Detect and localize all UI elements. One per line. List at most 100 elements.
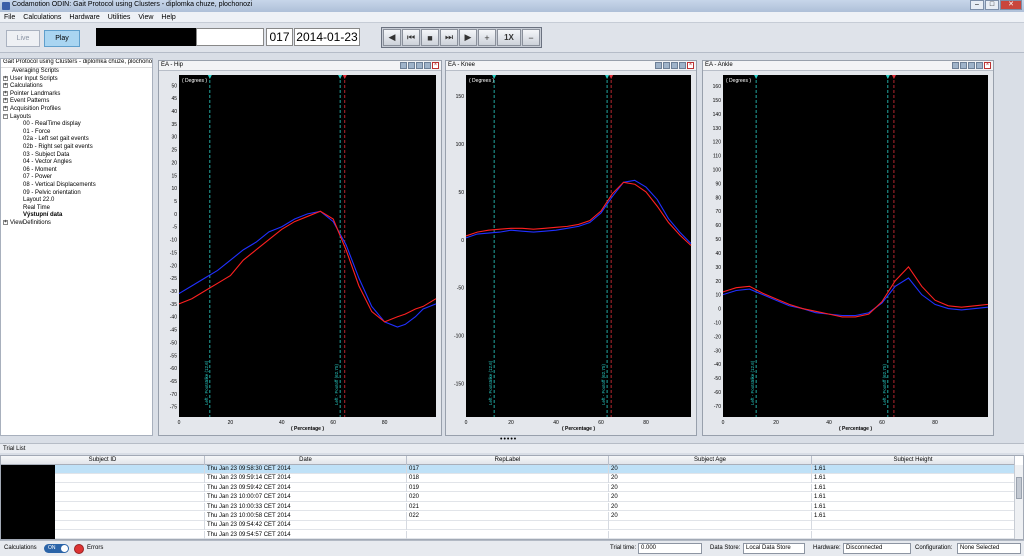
- tree-item[interactable]: + Calculations: [1, 83, 152, 91]
- y-tick-label: 45: [171, 96, 177, 102]
- table-row[interactable]: Thu Jan 23 10:00:07 CET 2014 020 20 1.61: [1, 493, 1015, 502]
- panel-option-icon[interactable]: [960, 62, 967, 69]
- y-tick-label: -60: [170, 366, 177, 372]
- skip-end-icon[interactable]: ⏭: [440, 29, 458, 46]
- tree-item[interactable]: 02a - Left set gait events: [1, 136, 152, 144]
- splitter-handle[interactable]: •••••: [500, 436, 517, 443]
- close-button[interactable]: ✕: [1000, 0, 1022, 10]
- y-tick-label: -50: [457, 286, 464, 292]
- panel-close-icon[interactable]: ×: [432, 62, 439, 69]
- tree-item[interactable]: 00 - RealTime display: [1, 121, 152, 129]
- panel-option-icon[interactable]: [671, 62, 678, 69]
- column-header[interactable]: Subject ID: [1, 456, 205, 465]
- y-tick-label: 160: [713, 84, 722, 90]
- live-button[interactable]: Live: [6, 30, 40, 47]
- expand-icon[interactable]: +: [3, 75, 8, 81]
- menu-file[interactable]: File: [4, 14, 15, 21]
- panel-close-icon[interactable]: ×: [984, 62, 991, 69]
- panel-option-icon[interactable]: [400, 62, 407, 69]
- skip-start-icon[interactable]: ⏮: [402, 29, 420, 46]
- table-row[interactable]: Thu Jan 23 10:00:33 CET 2014 021 20 1.61: [1, 502, 1015, 512]
- tree-item[interactable]: + Acquisition Profiles: [1, 105, 152, 114]
- table-cell: Thu Jan 23 10:00:07 CET 2014: [205, 493, 407, 502]
- tree-item[interactable]: Výstupní data: [1, 212, 152, 220]
- tree-item[interactable]: 08 - Vertical Displacements: [1, 182, 152, 190]
- panel-close-icon[interactable]: ×: [687, 62, 694, 69]
- menu-calculations[interactable]: Calculations: [23, 14, 61, 21]
- column-header[interactable]: Subject Age: [609, 456, 812, 465]
- tree-item[interactable]: Averaging Scripts: [1, 68, 152, 76]
- table-row[interactable]: Thu Jan 23 10:00:58 CET 2014 022 20 1.61: [1, 512, 1015, 521]
- stop-icon[interactable]: ■: [421, 29, 439, 46]
- menu-hardware[interactable]: Hardware: [69, 14, 99, 21]
- tree-item[interactable]: Layout 22.0: [1, 197, 152, 205]
- tree-item[interactable]: 09 - Pelvic orientation: [1, 190, 152, 198]
- panel-option-icon[interactable]: [976, 62, 983, 69]
- tree-item[interactable]: + Event Patterns: [1, 98, 152, 106]
- table-row[interactable]: Thu Jan 23 09:58:30 CET 2014 017 20 1.61: [1, 465, 1015, 474]
- table-row[interactable]: Thu Jan 23 09:54:57 CET 2014: [1, 530, 1015, 539]
- maximize-button[interactable]: □: [985, 0, 999, 10]
- table-cell: 021: [407, 502, 609, 512]
- status-bar: Calculations ON Errors Trial time: 0.000…: [0, 540, 1024, 556]
- y-tick-label: 0: [174, 212, 177, 218]
- tree-item[interactable]: 04 - Vector Angles: [1, 159, 152, 167]
- column-header[interactable]: Date: [205, 456, 407, 465]
- panel-option-icon[interactable]: [663, 62, 670, 69]
- panel-option-icon[interactable]: [655, 62, 662, 69]
- calculations-toggle[interactable]: ON: [44, 544, 69, 553]
- expand-icon[interactable]: +: [3, 219, 8, 225]
- panel-option-icon[interactable]: [424, 62, 431, 69]
- scroll-thumb[interactable]: [1016, 477, 1022, 499]
- tree-item[interactable]: 01 - Force: [1, 129, 152, 137]
- table-scrollbar[interactable]: [1014, 465, 1023, 539]
- zoom-out-icon[interactable]: −: [522, 29, 540, 46]
- speed-button[interactable]: 1X: [497, 29, 521, 46]
- table-cell: 20: [609, 474, 812, 483]
- tree-item[interactable]: + ViewDefinitions: [1, 219, 152, 228]
- tree-item[interactable]: 07 - Power: [1, 174, 152, 182]
- calculations-label: Calculations: [4, 545, 37, 551]
- table-row[interactable]: Thu Jan 23 09:59:14 CET 2014 018 20 1.61: [1, 474, 1015, 483]
- errors-icon[interactable]: [74, 544, 84, 554]
- table-cell: 20: [609, 483, 812, 493]
- panel-option-icon[interactable]: [416, 62, 423, 69]
- y-tick-label: -65: [170, 379, 177, 385]
- y-tick-label: 35: [171, 122, 177, 128]
- panel-option-icon[interactable]: [952, 62, 959, 69]
- column-header[interactable]: Subject Height: [812, 456, 1015, 465]
- tree-item-label: 00 - RealTime display: [23, 121, 81, 128]
- tree-item[interactable]: Real Time: [1, 205, 152, 213]
- expand-icon[interactable]: +: [3, 83, 8, 89]
- tree-item[interactable]: 02b - Right set gait events: [1, 144, 152, 152]
- tree-item-label: 03 - Subject Data: [23, 151, 70, 158]
- tree-root[interactable]: Gait Protocol using Clusters - diplomka …: [1, 59, 152, 68]
- column-header[interactable]: RepLabel: [407, 456, 609, 465]
- expand-icon[interactable]: +: [3, 90, 8, 96]
- collapse-icon[interactable]: −: [3, 113, 8, 119]
- play-button[interactable]: Play: [44, 30, 80, 47]
- step-back-icon[interactable]: ◀: [383, 29, 401, 46]
- tree-item[interactable]: 06 - Moment: [1, 167, 152, 175]
- minimize-button[interactable]: –: [970, 0, 984, 10]
- subject-field[interactable]: [196, 28, 264, 46]
- y-tick-label: 90: [715, 181, 721, 187]
- panel-option-icon[interactable]: [408, 62, 415, 69]
- table-cell: Thu Jan 23 10:00:58 CET 2014: [205, 512, 407, 521]
- zoom-in-icon[interactable]: +: [478, 29, 496, 46]
- tree-item[interactable]: 03 - Subject Data: [1, 152, 152, 160]
- trial-time-label: Trial time:: [610, 545, 637, 551]
- menu-help[interactable]: Help: [161, 14, 175, 21]
- expand-icon[interactable]: +: [3, 105, 8, 111]
- x-tick-label: 80: [643, 420, 649, 426]
- menu-view[interactable]: View: [138, 14, 153, 21]
- table-row[interactable]: Thu Jan 23 09:54:42 CET 2014: [1, 521, 1015, 530]
- expand-icon[interactable]: +: [3, 98, 8, 104]
- y-tick-label: 40: [715, 251, 721, 257]
- table-row[interactable]: Thu Jan 23 09:59:42 CET 2014 019 20 1.61: [1, 483, 1015, 493]
- panel-option-icon[interactable]: [679, 62, 686, 69]
- panel-option-icon[interactable]: [968, 62, 975, 69]
- menu-utilities[interactable]: Utilities: [108, 14, 131, 21]
- tree-item[interactable]: − Layouts: [1, 113, 152, 122]
- step-forward-icon[interactable]: ▶: [459, 29, 477, 46]
